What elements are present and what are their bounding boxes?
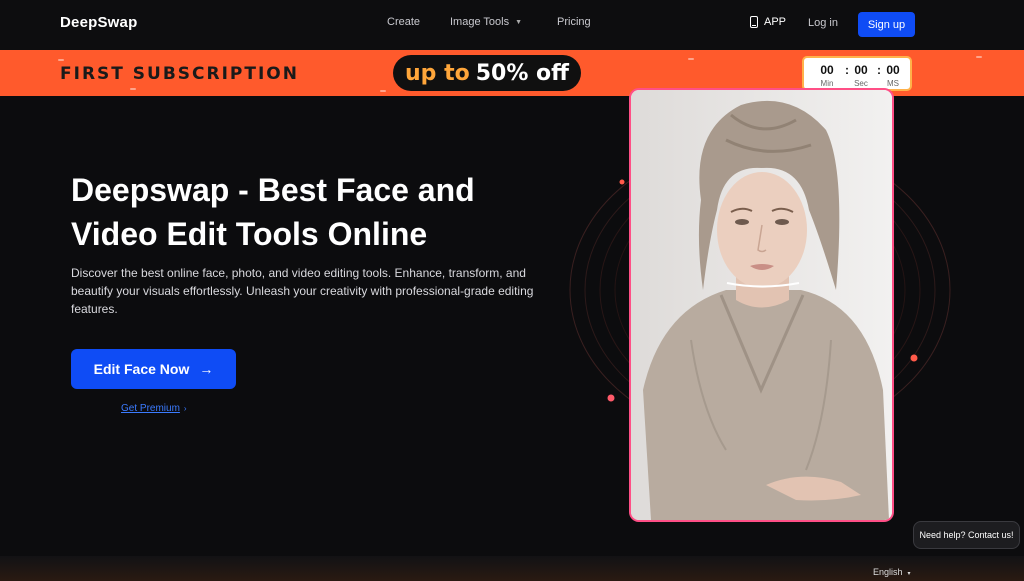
get-premium-label: Get Premium	[121, 403, 180, 414]
footer-bar	[0, 556, 1024, 581]
promo-decoration	[976, 56, 982, 58]
promo-up-to: up to	[405, 60, 470, 86]
promo-decoration	[130, 88, 136, 90]
countdown-separator: :	[877, 63, 881, 77]
language-label: English	[873, 567, 903, 577]
promo-decoration	[380, 90, 386, 92]
signup-button[interactable]: Sign up	[858, 12, 915, 37]
countdown-min-label: Min	[820, 79, 834, 88]
app-link[interactable]: APP	[750, 16, 786, 28]
caret-down-icon: ▾	[907, 571, 911, 577]
nav-link-image-tools[interactable]: Image Tools ▼	[450, 16, 522, 28]
countdown-min: 00	[820, 63, 834, 77]
nav-link-create-label: Create	[387, 16, 421, 28]
help-chat-button[interactable]: Need help? Contact us!	[913, 521, 1020, 549]
app-label: APP	[764, 16, 787, 28]
edit-face-now-button[interactable]: Edit Face Now →	[71, 349, 236, 389]
nav-link-pricing[interactable]: Pricing	[557, 16, 591, 28]
top-navbar: DeepSwap Create Image Tools ▼ Pricing APP…	[0, 0, 1024, 50]
language-selector[interactable]: English ▾	[873, 567, 911, 577]
promo-title: FIRST SUBSCRIPTION	[60, 64, 299, 84]
get-premium-link[interactable]: Get Premium ›	[121, 403, 187, 414]
nav-link-pricing-label: Pricing	[557, 16, 591, 28]
promo-decoration	[688, 58, 694, 60]
chevron-right-icon: ›	[183, 404, 187, 413]
nav-link-create[interactable]: Create	[387, 16, 420, 28]
countdown-ms-label: MS	[887, 79, 899, 88]
caret-down-icon: ▼	[515, 18, 523, 26]
phone-icon	[750, 16, 758, 28]
hero-description: Discover the best online face, photo, an…	[71, 266, 534, 316]
arrow-right-icon: →	[199, 361, 214, 377]
promo-percent: 50% off	[475, 60, 569, 86]
countdown-separator: :	[845, 63, 849, 77]
promo-discount-pill: up to 50% off	[393, 55, 581, 91]
login-link[interactable]: Log in	[808, 17, 838, 29]
logo[interactable]: DeepSwap	[60, 14, 137, 31]
promo-decoration	[58, 59, 64, 61]
hero-title: Deepswap - Best Face and Video Edit Tool…	[71, 172, 475, 252]
countdown-sec-label: Sec	[854, 79, 868, 88]
cta-label: Edit Face Now	[93, 361, 190, 377]
woman-portrait-image	[631, 90, 892, 520]
nav-link-image-tools-label: Image Tools	[450, 16, 510, 28]
countdown-ms: 00	[886, 63, 900, 77]
hero-photo	[629, 88, 894, 522]
countdown-sec: 00	[854, 63, 868, 77]
countdown-timer: 00 : 00 : 00 Min Sec MS	[802, 56, 912, 91]
